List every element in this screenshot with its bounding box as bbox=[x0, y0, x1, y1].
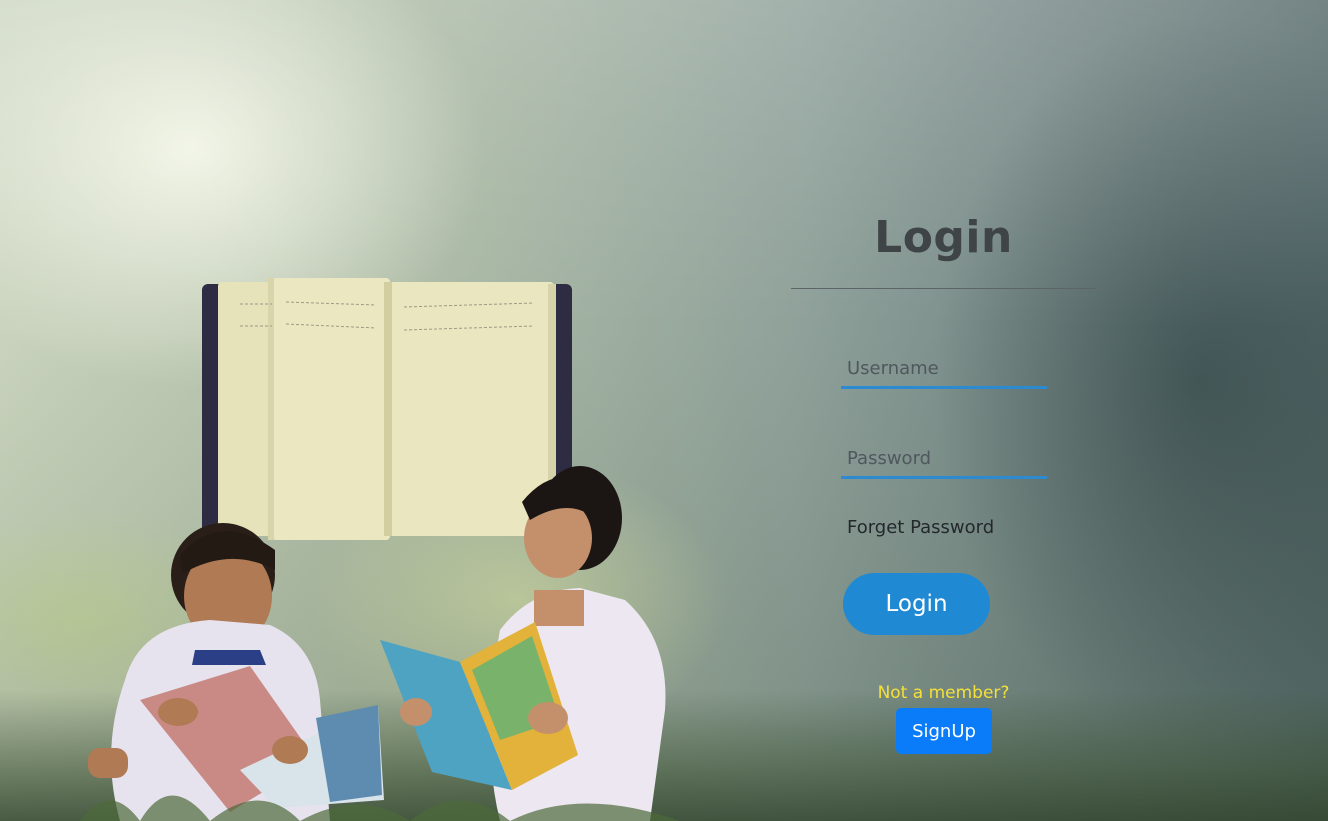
login-form: Login Forget Password Login Not a member… bbox=[791, 205, 1096, 754]
forget-password-link[interactable]: Forget Password bbox=[847, 517, 994, 538]
password-input[interactable] bbox=[841, 441, 1047, 479]
username-input[interactable] bbox=[841, 351, 1047, 389]
title-divider bbox=[791, 288, 1096, 289]
not-member-text: Not a member? bbox=[877, 683, 1010, 703]
kids-reading-illustration bbox=[80, 450, 680, 821]
login-page: Login Forget Password Login Not a member… bbox=[0, 0, 1328, 821]
signup-button[interactable]: SignUp bbox=[896, 708, 992, 754]
page-title: Login bbox=[874, 212, 1013, 263]
login-button[interactable]: Login bbox=[843, 573, 990, 635]
